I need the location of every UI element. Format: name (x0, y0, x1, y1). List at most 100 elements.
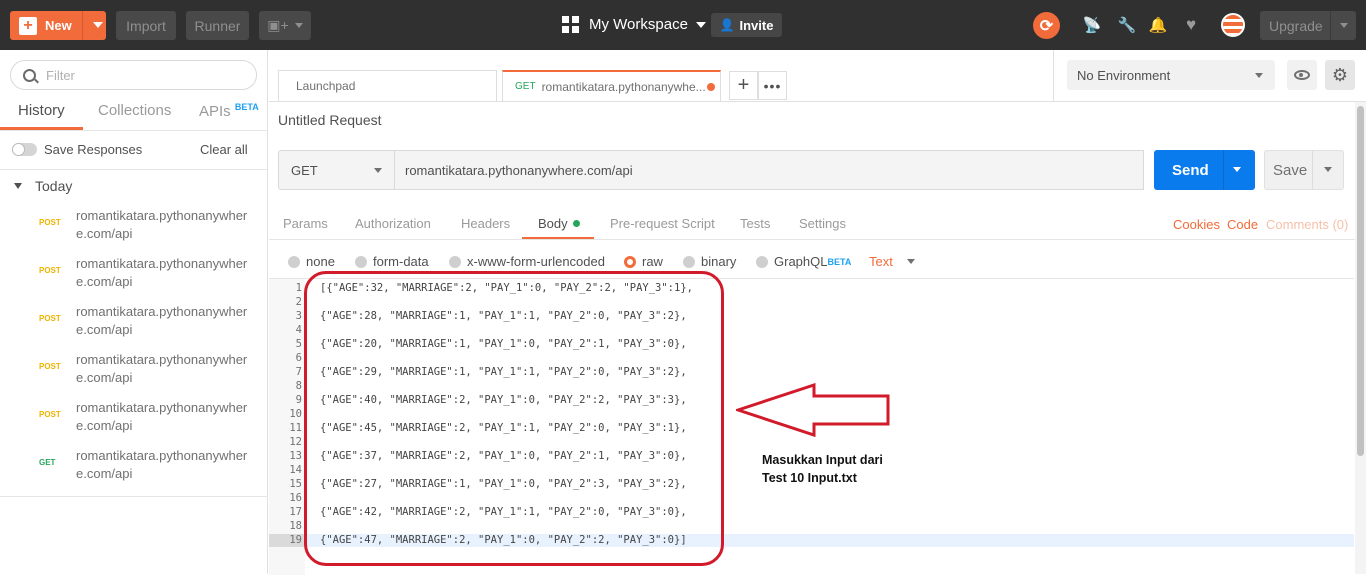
annotation-line-2: Test 10 Input.txt (762, 471, 857, 485)
chevron-down-icon[interactable] (1340, 23, 1348, 28)
wrench-icon[interactable]: 🔧 (1117, 15, 1137, 35)
history-url: romantikatara.pythonanywhere.com/api (76, 448, 248, 481)
url-input[interactable]: romantikatara.pythonanywhere.com/api (395, 150, 1144, 190)
raw-format-select[interactable]: Text (869, 254, 915, 269)
history-item[interactable]: GET romantikatara.pythonanywhere.com/api (0, 447, 268, 495)
method-badge: POST (39, 362, 61, 371)
line-number: 17 (289, 506, 302, 518)
chevron-down-icon (294, 23, 303, 28)
method-badge: GET (39, 458, 56, 467)
tab-authorization[interactable]: Authorization (355, 216, 431, 231)
history-url: romantikatara.pythonanywhere.com/api (76, 304, 248, 337)
invite-label: Invite (739, 17, 774, 33)
upgrade-button[interactable]: Upgrade (1260, 11, 1356, 40)
body-indicator-icon (572, 220, 580, 227)
gear-icon[interactable]: ⚙ (1325, 60, 1355, 90)
line-number: 8 (295, 380, 302, 392)
send-label: Send (1172, 161, 1209, 179)
history-group-today[interactable]: Today (14, 178, 72, 194)
history-item[interactable]: POST romantikatara.pythonanywhere.com/ap… (0, 399, 268, 447)
chevron-down-icon (374, 168, 382, 173)
tab-apis[interactable]: APIs BETA (199, 102, 259, 120)
clear-all-button[interactable]: Clear all (200, 142, 248, 157)
eye-icon[interactable] (1287, 60, 1317, 90)
filter-input[interactable]: Filter (10, 60, 257, 90)
tab-headers[interactable]: Headers (461, 216, 510, 231)
plus-icon: + (19, 16, 37, 35)
tab-pre-request-script[interactable]: Pre-request Script (610, 216, 715, 231)
tab-body[interactable]: Body (538, 216, 580, 231)
line-number: 6 (295, 352, 302, 364)
line-number: 18 (289, 520, 302, 532)
add-window-icon: ▣+ (267, 17, 289, 33)
body-type-none[interactable]: none (288, 254, 335, 269)
workspace-grid-icon (562, 16, 579, 33)
avatar[interactable] (1221, 13, 1245, 37)
save-button[interactable]: Save (1264, 150, 1344, 190)
tab-label: romantikatara.pythonanywhe... (541, 79, 706, 94)
sidebar: Filter History Collections APIs BETA Sav… (0, 50, 268, 574)
scrollbar[interactable] (1355, 102, 1366, 574)
body-type-form-data[interactable]: form-data (355, 254, 429, 269)
line-number: 7 (295, 366, 302, 378)
new-dropdown-caret-icon[interactable] (93, 22, 103, 28)
new-window-button[interactable]: ▣+ (259, 11, 311, 40)
line-number: 19 (289, 534, 302, 546)
add-user-icon: 👤 (719, 18, 735, 32)
more-tabs-icon[interactable]: ••• (758, 71, 787, 100)
unsaved-dot-icon (707, 83, 715, 91)
runner-button[interactable]: Runner (186, 11, 249, 40)
history-item[interactable]: POST romantikatara.pythonanywhere.com/ap… (0, 303, 268, 351)
send-button[interactable]: Send (1154, 150, 1255, 190)
tab-launchpad[interactable]: Launchpad (278, 70, 497, 101)
new-button[interactable]: + New (10, 11, 106, 40)
workspace-switcher[interactable]: My Workspace (562, 16, 706, 33)
code-link[interactable]: Code (1227, 217, 1258, 232)
add-tab-button[interactable]: + (729, 71, 758, 100)
body-type-raw[interactable]: raw (624, 254, 663, 269)
line-number: 3 (295, 310, 302, 322)
history-item[interactable]: POST romantikatara.pythonanywhere.com/ap… (0, 207, 268, 255)
chevron-down-icon[interactable] (1324, 167, 1332, 172)
body-type-binary[interactable]: binary (683, 254, 736, 269)
line-number: 4 (295, 324, 302, 336)
search-icon (23, 68, 36, 82)
environment-select[interactable]: No Environment (1067, 60, 1275, 90)
body-type-graphql[interactable]: GraphQL BETA (756, 254, 851, 269)
tab-collections[interactable]: Collections (98, 102, 171, 119)
sync-icon[interactable]: ⟳ (1033, 12, 1060, 39)
history-item[interactable]: POST romantikatara.pythonanywhere.com/ap… (0, 255, 268, 303)
method-badge: POST (39, 410, 61, 419)
history-url: romantikatara.pythonanywhere.com/api (76, 400, 248, 433)
bell-icon[interactable]: 🔔 (1148, 15, 1168, 35)
comments-link[interactable]: Comments (0) (1266, 217, 1348, 232)
heart-icon[interactable]: ♥ (1181, 15, 1201, 35)
tab-tests[interactable]: Tests (740, 216, 770, 231)
request-tabs: Launchpad GET romantikatara.pythonanywhe… (269, 50, 1053, 101)
chevron-down-icon (906, 259, 915, 264)
line-number: 14 (289, 464, 302, 476)
line-number: 11 (289, 422, 302, 434)
cookies-link[interactable]: Cookies (1173, 217, 1220, 232)
satellite-icon[interactable]: 📡 (1082, 15, 1102, 35)
group-label: Today (35, 178, 73, 194)
line-number: 16 (289, 492, 302, 504)
method-badge: POST (39, 266, 61, 275)
history-item[interactable]: POST romantikatara.pythonanywhere.com/ap… (0, 351, 268, 399)
tab-active-request[interactable]: GET romantikatara.pythonanywhe... (502, 70, 721, 101)
chevron-down-icon (1255, 73, 1263, 78)
tab-history[interactable]: History (18, 102, 65, 119)
tab-apis-label: APIs (199, 103, 231, 120)
tab-settings[interactable]: Settings (799, 216, 846, 231)
invite-button[interactable]: 👤 Invite (711, 13, 782, 37)
request-title[interactable]: Untitled Request (278, 112, 382, 128)
method-select[interactable]: GET (278, 150, 395, 190)
body-type-urlencoded[interactable]: x-www-form-urlencoded (449, 254, 605, 269)
chevron-down-icon[interactable] (1233, 167, 1241, 172)
chevron-down-icon (695, 21, 706, 28)
import-button[interactable]: Import (116, 11, 176, 40)
save-responses-toggle[interactable] (12, 143, 37, 156)
tab-method: GET (515, 81, 536, 92)
line-number: 10 (289, 408, 302, 420)
tab-params[interactable]: Params (283, 216, 328, 231)
